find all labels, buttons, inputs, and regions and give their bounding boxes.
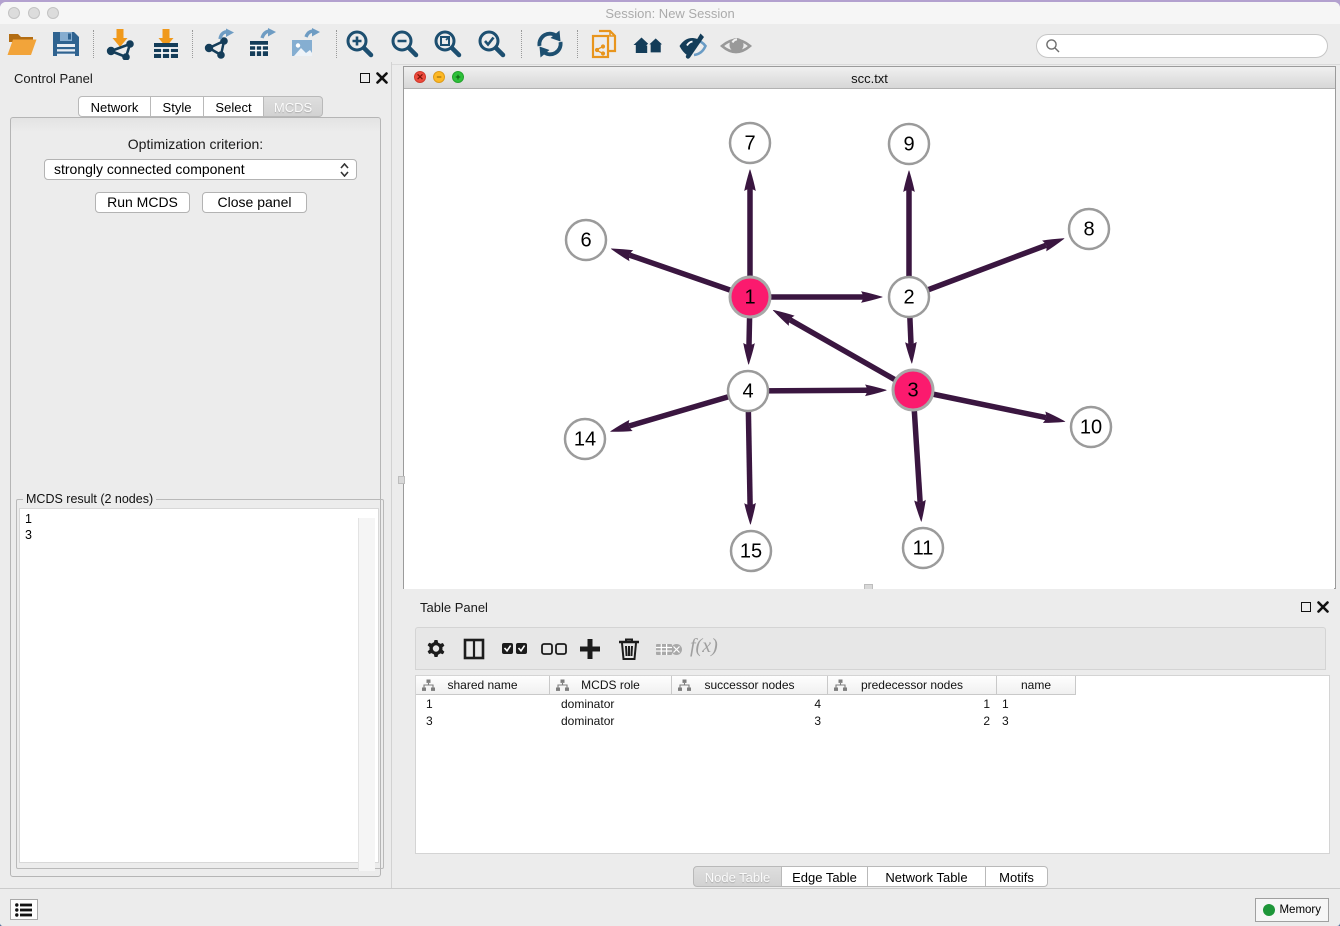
svg-text:9: 9 (903, 134, 914, 156)
svg-text:6: 6 (580, 230, 591, 252)
svg-text:14: 14 (574, 429, 596, 451)
svg-text:11: 11 (913, 538, 934, 560)
svg-text:15: 15 (740, 541, 762, 563)
svg-text:10: 10 (1080, 417, 1102, 439)
svg-text:8: 8 (1083, 219, 1094, 241)
svg-text:4: 4 (742, 381, 753, 403)
svg-text:2: 2 (903, 287, 914, 309)
svg-text:7: 7 (744, 133, 755, 155)
svg-text:1: 1 (744, 287, 755, 309)
svg-text:3: 3 (907, 380, 918, 402)
